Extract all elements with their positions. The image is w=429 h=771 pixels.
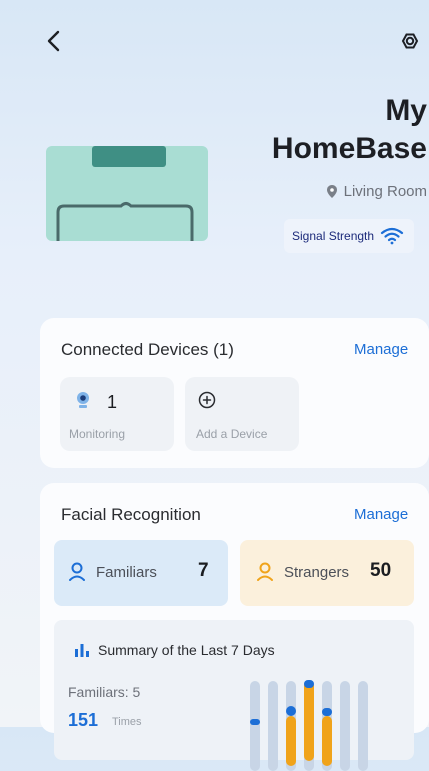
summary-total-count: 151 xyxy=(68,710,99,730)
wifi-icon xyxy=(380,227,404,245)
facial-recognition-card: Facial Recognition Manage Familiars 7 St… xyxy=(40,483,429,771)
summary-title: Summary of the Last 7 Days xyxy=(98,642,275,658)
top-bar xyxy=(0,0,429,80)
signal-strength-badge[interactable]: Signal Strength xyxy=(284,219,415,253)
summary-bar-segment xyxy=(286,716,296,766)
summary-bar-marker xyxy=(250,719,260,725)
familiars-button[interactable]: Familiars 7 xyxy=(54,540,228,606)
summary-bar xyxy=(340,681,350,771)
summary-bar xyxy=(268,681,278,771)
chevron-left-icon xyxy=(47,30,60,52)
summary-bar-marker xyxy=(304,680,314,688)
add-device-label: Add a Device xyxy=(196,427,268,441)
summary-bar-marker xyxy=(322,708,332,716)
person-icon xyxy=(257,562,273,581)
camera-icon xyxy=(77,392,89,408)
strangers-label: Strangers xyxy=(284,564,350,581)
summary-panel[interactable]: Summary of the Last 7 Days Familiars: 5 … xyxy=(54,620,414,771)
familiars-label: Familiars xyxy=(96,564,157,581)
summary-bar xyxy=(250,681,260,771)
connected-devices-manage-link[interactable]: Manage xyxy=(354,341,408,358)
back-button[interactable] xyxy=(40,24,70,58)
monitoring-tile[interactable]: 1 Monitoring xyxy=(60,377,174,451)
plus-circle-icon xyxy=(198,391,216,409)
summary-bar xyxy=(358,681,368,771)
connected-devices-card: Connected Devices (1) Manage 1 Monitorin… xyxy=(40,318,429,468)
add-device-tile[interactable]: Add a Device xyxy=(185,377,299,451)
location-pin-icon xyxy=(326,185,337,198)
device-title: My HomeBase xyxy=(272,92,427,168)
facial-recognition-title: Facial Recognition xyxy=(61,505,201,524)
strangers-count: 50 xyxy=(370,560,392,581)
device-location: Living Room xyxy=(326,183,427,200)
homebase-device-image xyxy=(46,146,208,241)
settings-button[interactable] xyxy=(395,24,425,58)
summary-bar-segment xyxy=(322,716,332,766)
gear-icon xyxy=(401,33,419,49)
device-title-line2: HomeBase xyxy=(271,132,427,165)
facial-recognition-manage-link[interactable]: Manage xyxy=(354,506,408,523)
summary-bar-segment xyxy=(304,681,314,761)
summary-bar-marker xyxy=(286,706,296,716)
monitoring-label: Monitoring xyxy=(69,427,126,441)
device-title-line1: My xyxy=(385,94,427,127)
location-label: Living Room xyxy=(343,183,427,200)
person-icon xyxy=(69,562,85,581)
familiars-count: 7 xyxy=(198,560,209,581)
monitoring-count: 1 xyxy=(107,392,118,412)
bar-chart-icon xyxy=(75,644,89,657)
summary-familiars-label: Familiars: 5 xyxy=(68,684,141,700)
strangers-button[interactable]: Strangers 50 xyxy=(240,540,414,606)
signal-strength-label: Signal Strength xyxy=(292,229,375,243)
summary-total-unit: Times xyxy=(112,716,142,728)
connected-devices-title: Connected Devices (1) xyxy=(61,340,234,359)
